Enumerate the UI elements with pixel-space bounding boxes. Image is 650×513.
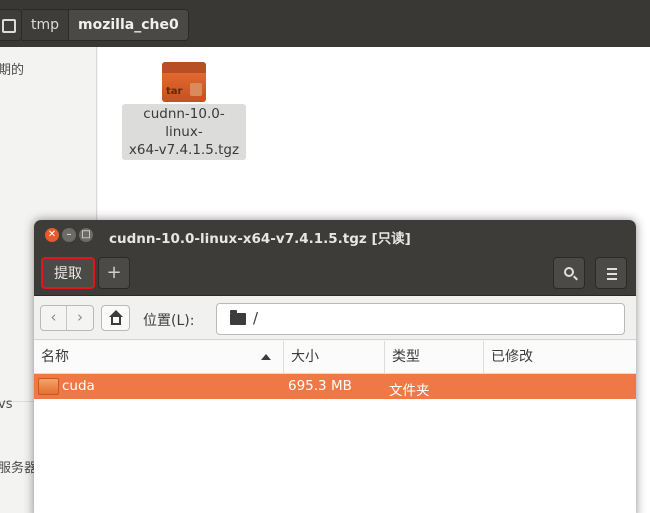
toolbar: 提取 + — [34, 251, 636, 296]
column-header-name[interactable]: 名称 — [34, 341, 284, 374]
maximize-window-button[interactable]: □ — [79, 228, 93, 242]
menu-button[interactable] — [595, 257, 627, 289]
tar-icon-label: tar — [166, 86, 183, 97]
location-input[interactable]: / — [216, 303, 625, 335]
folder-icon — [38, 378, 59, 395]
home-button[interactable] — [101, 305, 130, 331]
row-size: 695.3 MB — [288, 378, 352, 394]
path-segment-current[interactable]: mozilla_che0 — [69, 9, 189, 41]
file-name-label: cudnn-10.0-linux- x64-v7.4.1.5.tgz — [122, 104, 246, 160]
path-bar: tmp mozilla_che0 — [0, 9, 189, 41]
close-window-button[interactable]: ✕ — [45, 228, 59, 242]
window-titlebar[interactable]: ✕ – □ cudnn-10.0-linux-x64-v7.4.1.5.tgz … — [34, 220, 636, 251]
column-header-size[interactable]: 大小 — [284, 341, 385, 374]
extract-button[interactable]: 提取 — [41, 257, 95, 289]
back-button[interactable]: ‹ — [41, 306, 68, 330]
location-bar: ‹ › 位置(L): / — [34, 296, 636, 340]
row-name: cuda — [62, 378, 95, 394]
chevron-left-icon: ‹ — [50, 308, 57, 326]
archive-file-list: 名称 大小 类型 已修改 cuda 695.3 MB 文件夹 — [34, 341, 636, 513]
column-header-modified[interactable]: 已修改 — [484, 341, 636, 374]
add-files-button[interactable]: + — [98, 257, 130, 289]
sidebar-item-server[interactable]: 服务器 — [0, 457, 37, 476]
lock-icon — [190, 83, 202, 96]
location-value: / — [253, 309, 259, 327]
forward-button[interactable]: › — [67, 306, 93, 330]
file-manager-header: tmp mozilla_che0 — [0, 0, 650, 47]
row-type: 文件夹 — [389, 383, 430, 399]
sidebar-item-vs[interactable]: vs — [0, 397, 12, 412]
sidebar-item-recent[interactable]: 期的 — [0, 59, 24, 78]
archive-manager-window: ✕ – □ cudnn-10.0-linux-x64-v7.4.1.5.tgz … — [34, 220, 636, 513]
file-name-line2: x64-v7.4.1.5.tgz — [128, 142, 240, 158]
column-header-name-label: 名称 — [41, 349, 69, 365]
chevron-right-icon: › — [77, 308, 83, 326]
folder-icon — [230, 310, 246, 325]
location-label: 位置(L): — [143, 313, 195, 329]
file-item-cudnn-tgz[interactable]: tar cudnn-10.0-linux- x64-v7.4.1.5.tgz — [122, 62, 246, 160]
file-name-line1: cudnn-10.0-linux- — [143, 106, 225, 140]
minimize-window-button[interactable]: – — [62, 228, 76, 242]
column-header-type[interactable]: 类型 — [385, 341, 484, 374]
tar-archive-icon: tar — [162, 62, 206, 102]
path-segment-tmp[interactable]: tmp — [22, 9, 70, 41]
sort-ascending-icon — [261, 354, 271, 360]
table-row[interactable]: cuda 695.3 MB 文件夹 — [34, 374, 636, 399]
history-nav: ‹ › — [40, 305, 94, 331]
search-button[interactable] — [553, 257, 585, 289]
window-title: cudnn-10.0-linux-x64-v7.4.1.5.tgz [只读] — [109, 231, 411, 247]
location-toggle-icon[interactable] — [0, 9, 22, 41]
